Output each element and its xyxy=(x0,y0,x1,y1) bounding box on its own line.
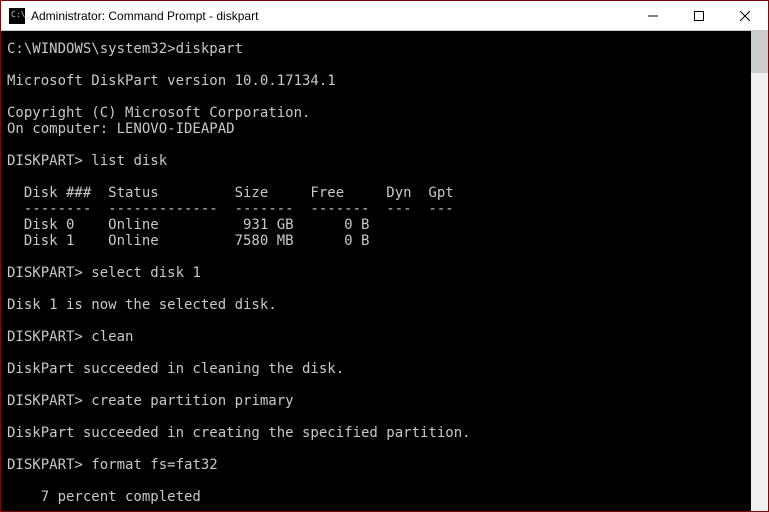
minimize-icon xyxy=(648,11,658,21)
prompt-diskpart: DISKPART> xyxy=(7,457,83,473)
cmd-select: select disk 1 xyxy=(91,265,201,281)
minimize-button[interactable] xyxy=(630,1,676,30)
table-header: Disk ### Status Size Free Dyn Gpt xyxy=(7,185,454,201)
out-version: Microsoft DiskPart version 10.0.17134.1 xyxy=(7,73,336,89)
maximize-button[interactable] xyxy=(676,1,722,30)
prompt-diskpart: DISKPART> xyxy=(7,265,83,281)
window-title: Administrator: Command Prompt - diskpart xyxy=(31,9,258,23)
prompt-diskpart: DISKPART> xyxy=(7,393,83,409)
cmd-icon xyxy=(9,8,25,24)
out-clean-ok: DiskPart succeeded in cleaning the disk. xyxy=(7,361,344,377)
out-create-ok: DiskPart succeeded in creating the speci… xyxy=(7,425,471,441)
titlebar[interactable]: Administrator: Command Prompt - diskpart xyxy=(1,1,768,31)
table-row-1: Disk 1 Online 7580 MB 0 B xyxy=(7,233,369,249)
out-selected: Disk 1 is now the selected disk. xyxy=(7,297,277,313)
table-rule: -------- ------------- ------- ------- -… xyxy=(7,201,454,217)
scroll-thumb[interactable] xyxy=(751,31,768,73)
out-computer: On computer: LENOVO-IDEAPAD xyxy=(7,121,235,137)
close-button[interactable] xyxy=(722,1,768,30)
vertical-scrollbar[interactable] xyxy=(751,31,768,511)
prompt-diskpart: DISKPART> xyxy=(7,329,83,345)
table-row-0: Disk 0 Online 931 GB 0 B xyxy=(7,217,369,233)
terminal-output[interactable]: C:\WINDOWS\system32>diskpart Microsoft D… xyxy=(1,31,751,511)
out-progress: 7 percent completed xyxy=(7,489,201,505)
cmd-list: list disk xyxy=(91,153,167,169)
out-copyright: Copyright (C) Microsoft Corporation. xyxy=(7,105,310,121)
close-icon xyxy=(740,11,750,21)
prompt-diskpart: DISKPART> xyxy=(7,153,83,169)
cmd-clean: clean xyxy=(91,329,133,345)
command-prompt-window: Administrator: Command Prompt - diskpart… xyxy=(0,0,769,512)
cmd-launch: diskpart xyxy=(176,41,243,57)
prompt-initial: C:\WINDOWS\system32> xyxy=(7,41,176,57)
cmd-create: create partition primary xyxy=(91,393,293,409)
cmd-format: format fs=fat32 xyxy=(91,457,217,473)
window-controls xyxy=(630,1,768,30)
maximize-icon xyxy=(694,11,704,21)
client-area: C:\WINDOWS\system32>diskpart Microsoft D… xyxy=(1,31,768,511)
